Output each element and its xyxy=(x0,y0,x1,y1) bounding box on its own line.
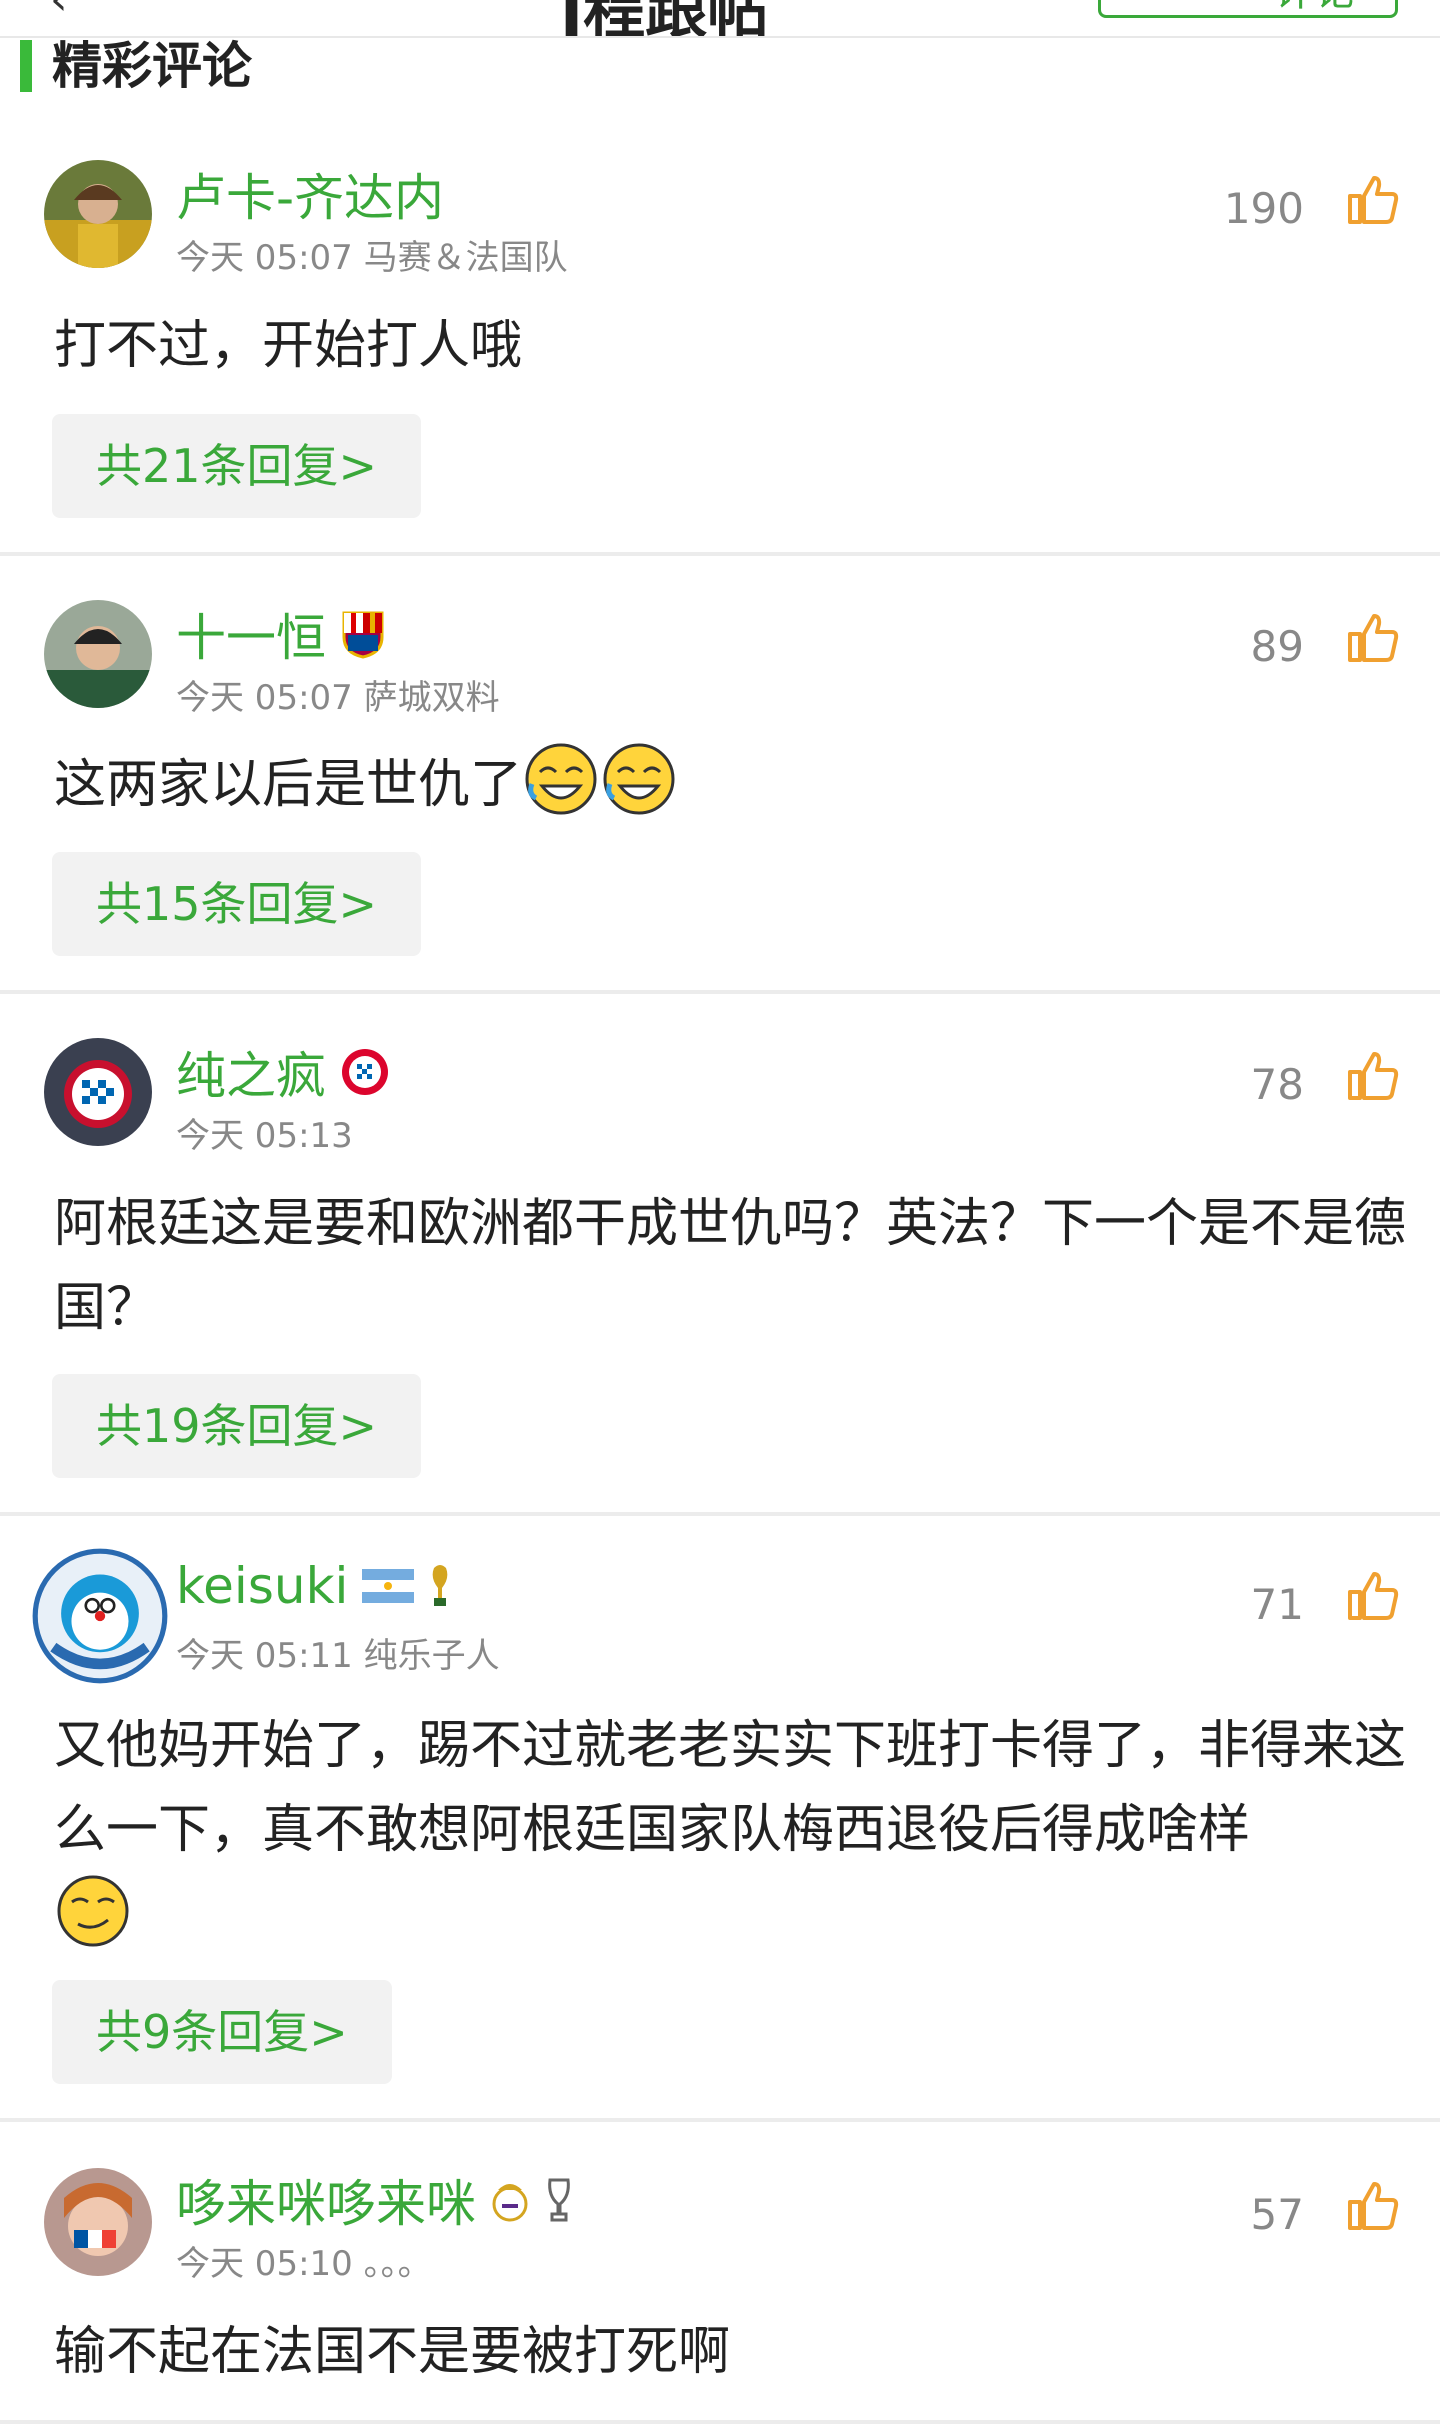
top-bar: ‹ ǀ程跟帖 评论 xyxy=(0,0,1440,38)
divider xyxy=(0,2118,1440,2122)
view-replies-button[interactable]: 共9条回复> xyxy=(52,1980,392,2084)
view-replies-button[interactable]: 共21条回复> xyxy=(52,414,422,518)
club-badge-icon xyxy=(490,2176,530,2224)
comment-meta: 今天 05:07 萨城双料 xyxy=(176,670,500,719)
trophy-icon xyxy=(544,2176,574,2224)
comment-text: 输不起在法国不是要被打死啊 xyxy=(54,2322,731,2382)
username[interactable]: 十一恒 xyxy=(176,598,326,670)
thumbs-up-icon[interactable] xyxy=(1344,172,1400,228)
thumbs-up-icon[interactable] xyxy=(1344,2178,1400,2234)
user-tag: 纯乐子人 xyxy=(363,1636,500,1676)
comment-time: 今天 05:07 xyxy=(176,238,353,278)
club-badge-icon xyxy=(340,1047,390,1097)
username[interactable]: 卢卡-齐达内 xyxy=(176,158,444,230)
comment-text: 阿根廷这是要和欧洲都干成世仇吗？英法？下一个是不是德国？ xyxy=(54,1194,1407,1338)
smirk-emoji-icon xyxy=(57,1875,129,1947)
laughing-crying-emoji-icon xyxy=(603,743,675,815)
avatar[interactable] xyxy=(44,1038,152,1146)
write-comment-button[interactable]: 评论 xyxy=(1098,0,1398,18)
world-cup-trophy-icon xyxy=(428,1564,452,1608)
page-title: ǀ程跟帖 xyxy=(560,0,770,38)
back-arrow-icon[interactable]: ‹ xyxy=(50,0,68,25)
user-tag: 。。。 xyxy=(363,2244,432,2284)
divider xyxy=(0,552,1440,556)
username[interactable]: keisuki xyxy=(176,1557,348,1615)
like-count: 190 xyxy=(1223,184,1304,233)
avatar[interactable] xyxy=(30,1546,170,1686)
like-count: 71 xyxy=(1250,1580,1304,1629)
thumbs-up-icon[interactable] xyxy=(1344,1048,1400,1104)
username[interactable]: 哆来咪哆来咪 xyxy=(176,2164,476,2236)
like-count: 78 xyxy=(1250,1060,1304,1109)
comment-text-content: 这两家以后是世仇了 xyxy=(54,755,523,815)
like-count: 89 xyxy=(1250,622,1304,671)
club-badge-icon xyxy=(340,609,386,659)
comment-meta: 今天 05:11 纯乐子人 xyxy=(176,1628,500,1677)
thumbs-up-icon[interactable] xyxy=(1344,610,1400,666)
avatar[interactable] xyxy=(44,600,152,708)
comment-time: 今天 05:07 xyxy=(176,678,353,718)
user-tag: 萨城双料 xyxy=(363,678,500,718)
divider xyxy=(0,2420,1440,2424)
like-count: 57 xyxy=(1250,2190,1304,2239)
avatar[interactable] xyxy=(44,160,152,268)
comment-time: 今天 05:10 xyxy=(176,2244,353,2284)
comment-text: 打不过，开始打人哦 xyxy=(54,316,523,376)
avatar[interactable] xyxy=(44,2168,152,2276)
comment-meta: 今天 05:07 马赛＆法国队 xyxy=(176,230,568,279)
user-tag: 马赛＆法国队 xyxy=(363,238,568,278)
view-replies-button[interactable]: 共15条回复> xyxy=(52,852,422,956)
thumbs-up-icon[interactable] xyxy=(1344,1568,1400,1624)
username[interactable]: 纯之疯 xyxy=(176,1036,326,1108)
divider xyxy=(0,990,1440,994)
section-title: 精彩评论 xyxy=(20,40,252,92)
comment-meta: 今天 05:10 。。。 xyxy=(176,2236,432,2285)
comment-text-content: 又他妈开始了，踢不过就老老实实下班打卡得了，非得来这么一下，真不敢想阿根廷国家队… xyxy=(54,1716,1407,1860)
divider xyxy=(0,1512,1440,1516)
view-replies-button[interactable]: 共19条回复> xyxy=(52,1374,422,1478)
argentina-flag-icon xyxy=(362,1569,415,1603)
laughing-crying-emoji-icon xyxy=(525,743,597,815)
comment-text: 这两家以后是世仇了 xyxy=(54,740,1424,827)
comment-time: 今天 05:11 xyxy=(176,1636,353,1676)
comment-text: 又他妈开始了，踢不过就老老实实下班打卡得了，非得来这么一下，真不敢想阿根廷国家队… xyxy=(54,1704,1424,1959)
comment-meta: 今天 05:13 xyxy=(176,1108,353,1157)
comment-time: 今天 05:13 xyxy=(176,1116,353,1156)
